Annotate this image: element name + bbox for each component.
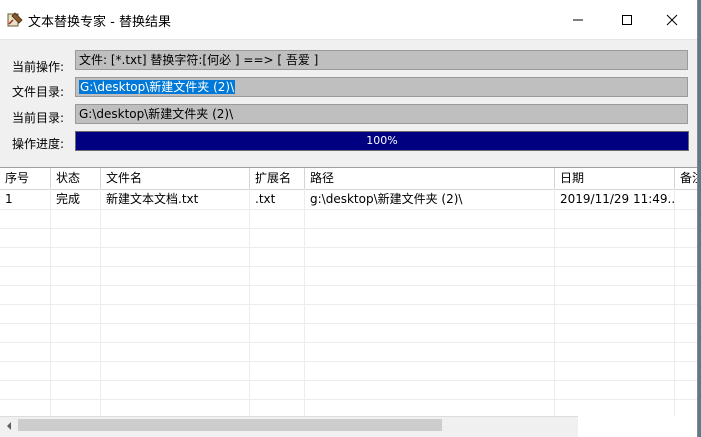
cell-ext: .txt [255,192,276,206]
cell-date: 2019/11/29 11:49... [560,192,674,206]
cell-path: g:\desktop\新建文件夹 (2)\ [310,192,463,206]
grid-line [249,189,250,417]
file-dir-field[interactable]: G:\desktop\新建文件夹 (2)\ [75,77,688,97]
column-header-path[interactable]: 路径 [305,168,555,189]
results-table[interactable]: 序号 状态 文件名 扩展名 路径 日期 备注 1 完成 新建文本文档.txt [0,167,697,417]
file-dir-value: G:\desktop\新建文件夹 (2)\ [79,80,236,94]
minimize-button[interactable] [556,0,600,39]
table-row[interactable]: 1 完成 新建文本文档.txt .txt g:\desktop\新建文件夹 (2… [0,190,697,209]
column-header-remark[interactable]: 备注 [675,168,697,189]
grid-line [0,399,697,400]
grid-line [0,380,697,381]
cell-filename: 新建文本文档.txt [106,192,199,206]
grid-line [674,189,675,417]
table-header: 序号 状态 文件名 扩展名 路径 日期 备注 [0,168,697,190]
grid-line [304,189,305,417]
cell-status: 完成 [56,192,81,206]
close-icon [666,14,678,26]
scrollbar-corner [578,416,697,437]
grid-line [0,228,697,229]
grid-line [0,342,697,343]
maximize-icon [621,14,633,26]
column-header-index[interactable]: 序号 [0,168,51,189]
progress-label: 操作进度: [12,137,65,151]
title-bar[interactable]: 文本替换专家 - 替换结果 [0,0,697,40]
current-dir-label: 当前目录: [12,111,65,125]
column-header-ext[interactable]: 扩展名 [250,168,305,189]
chevron-left-icon [5,419,13,433]
operation-value: 文件: [*.txt] 替换字符:[何必 ] ==> [ 吾爱 ] [79,53,319,67]
cell-index: 1 [5,192,13,206]
grid-line [0,323,697,324]
grid-line [100,189,101,417]
scroll-left-button[interactable] [0,417,17,434]
window-title: 文本替换专家 - 替换结果 [28,15,171,30]
app-icon [6,11,24,29]
close-button[interactable] [650,0,694,39]
column-header-date[interactable]: 日期 [555,168,675,189]
column-header-filename[interactable]: 文件名 [101,168,250,189]
current-dir-value: G:\desktop\新建文件夹 (2)\ [79,107,234,121]
grid-line [0,304,697,305]
grid-line [0,285,697,286]
grid-line [50,189,51,417]
grid-line [554,189,555,417]
grid-line [0,266,697,267]
maximize-button[interactable] [605,0,649,39]
grid-line [0,247,697,248]
operation-label: 当前操作: [12,60,65,74]
operation-field: 文件: [*.txt] 替换字符:[何必 ] ==> [ 吾爱 ] [75,50,688,70]
file-dir-label: 文件目录: [12,85,65,99]
current-dir-field: G:\desktop\新建文件夹 (2)\ [75,104,688,124]
progress-bar: 100% [75,131,689,151]
column-header-status[interactable]: 状态 [51,168,101,189]
scroll-thumb[interactable] [18,419,442,431]
main-window: 文本替换专家 - 替换结果 当前操作: 文件: [*.txt] 替换字符:[何必… [0,0,698,437]
progress-text: 100% [366,134,398,147]
grid-line [0,209,697,210]
minimize-icon [572,14,584,26]
grid-line [0,361,697,362]
